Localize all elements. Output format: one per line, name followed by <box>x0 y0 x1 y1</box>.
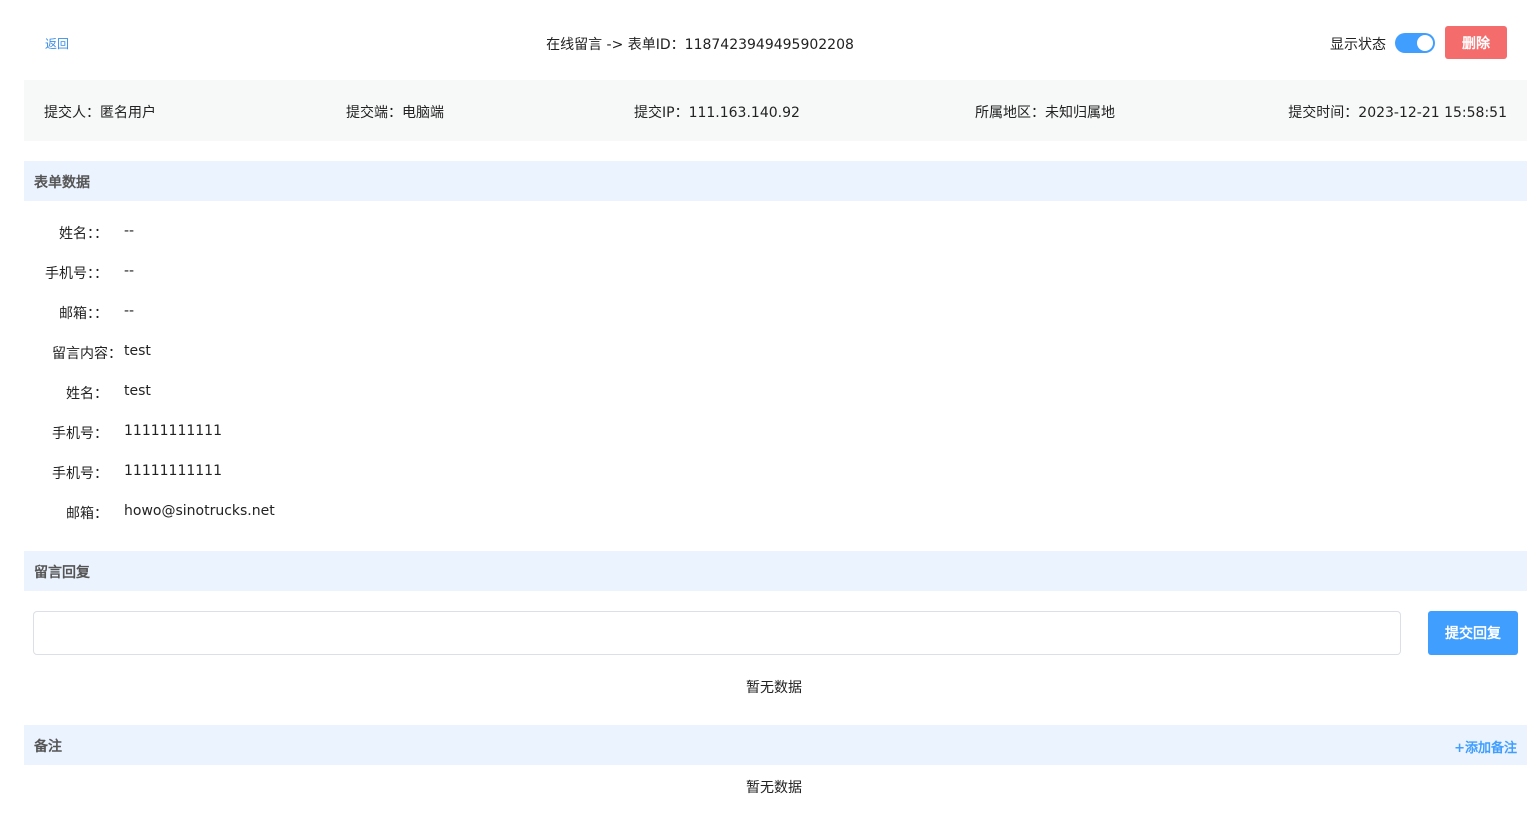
form-field-row: 姓名：： -- <box>0 223 600 243</box>
form-field-row: 邮箱： howo@sinotrucks.net <box>0 503 600 523</box>
remark-section-header: 备注 +添加备注 <box>24 725 1527 765</box>
meta-submitter: 提交人：匿名用户 <box>44 105 156 121</box>
submit-reply-button[interactable]: 提交回复 <box>1428 611 1518 655</box>
reply-section-header: 留言回复 <box>24 551 1527 591</box>
form-field-row: 留言内容： test <box>0 343 600 363</box>
form-field-label: 邮箱： <box>66 506 108 522</box>
form-field-row: 手机号： 11111111111 <box>0 423 600 443</box>
toggle-knob <box>1417 35 1433 51</box>
meta-time: 提交时间：2023-12-21 15:58:51 <box>1288 105 1507 121</box>
form-field-value: howo@sinotrucks.net <box>124 503 275 519</box>
form-data-section-title: 表单数据 <box>34 175 90 191</box>
form-field-value: -- <box>124 223 135 239</box>
form-field-row: 姓名： test <box>0 383 600 403</box>
form-field-row: 手机号： 11111111111 <box>0 463 600 483</box>
reply-section-title: 留言回复 <box>34 565 90 581</box>
remark-empty-text: 暂无数据 <box>746 780 802 796</box>
form-field-value: 11111111111 <box>124 463 222 479</box>
display-status-label: 显示状态 <box>1330 37 1386 53</box>
meta-client: 提交端：电脑端 <box>346 105 444 121</box>
meta-ip: 提交IP：111.163.140.92 <box>634 105 800 121</box>
add-remark-link[interactable]: +添加备注 <box>1454 737 1517 756</box>
form-field-label: 姓名：： <box>59 226 108 242</box>
submission-meta-bar: 提交人：匿名用户 提交端：电脑端 提交IP：111.163.140.92 所属地… <box>24 80 1527 141</box>
form-field-label: 手机号： <box>52 466 108 482</box>
form-field-row: 邮箱：： -- <box>0 303 600 323</box>
form-field-label: 手机号：： <box>45 266 108 282</box>
page-title: 在线留言 -> 表单ID：1187423949495902208 <box>546 37 854 53</box>
form-field-value: -- <box>124 263 135 279</box>
reply-empty-text: 暂无数据 <box>746 680 802 696</box>
form-field-value: test <box>124 343 151 359</box>
display-status-toggle[interactable] <box>1395 33 1435 53</box>
form-field-value: test <box>124 383 151 399</box>
top-bar: 返回 在线留言 -> 表单ID：1187423949495902208 显示状态… <box>0 0 1538 80</box>
form-field-row: 手机号：： -- <box>0 263 600 283</box>
form-field-label: 邮箱：： <box>59 306 108 322</box>
form-data-section-header: 表单数据 <box>24 161 1527 201</box>
form-field-value: -- <box>124 303 135 319</box>
form-field-label: 手机号： <box>52 426 108 442</box>
meta-region: 所属地区：未知归属地 <box>975 105 1115 121</box>
message-detail-page: 返回 在线留言 -> 表单ID：1187423949495902208 显示状态… <box>0 0 1538 828</box>
form-field-label: 姓名： <box>66 386 108 402</box>
reply-input[interactable] <box>33 611 1401 655</box>
delete-button[interactable]: 删除 <box>1445 26 1507 59</box>
form-field-label: 留言内容： <box>52 346 122 362</box>
remark-section-title: 备注 <box>34 739 62 755</box>
form-field-value: 11111111111 <box>124 423 222 439</box>
